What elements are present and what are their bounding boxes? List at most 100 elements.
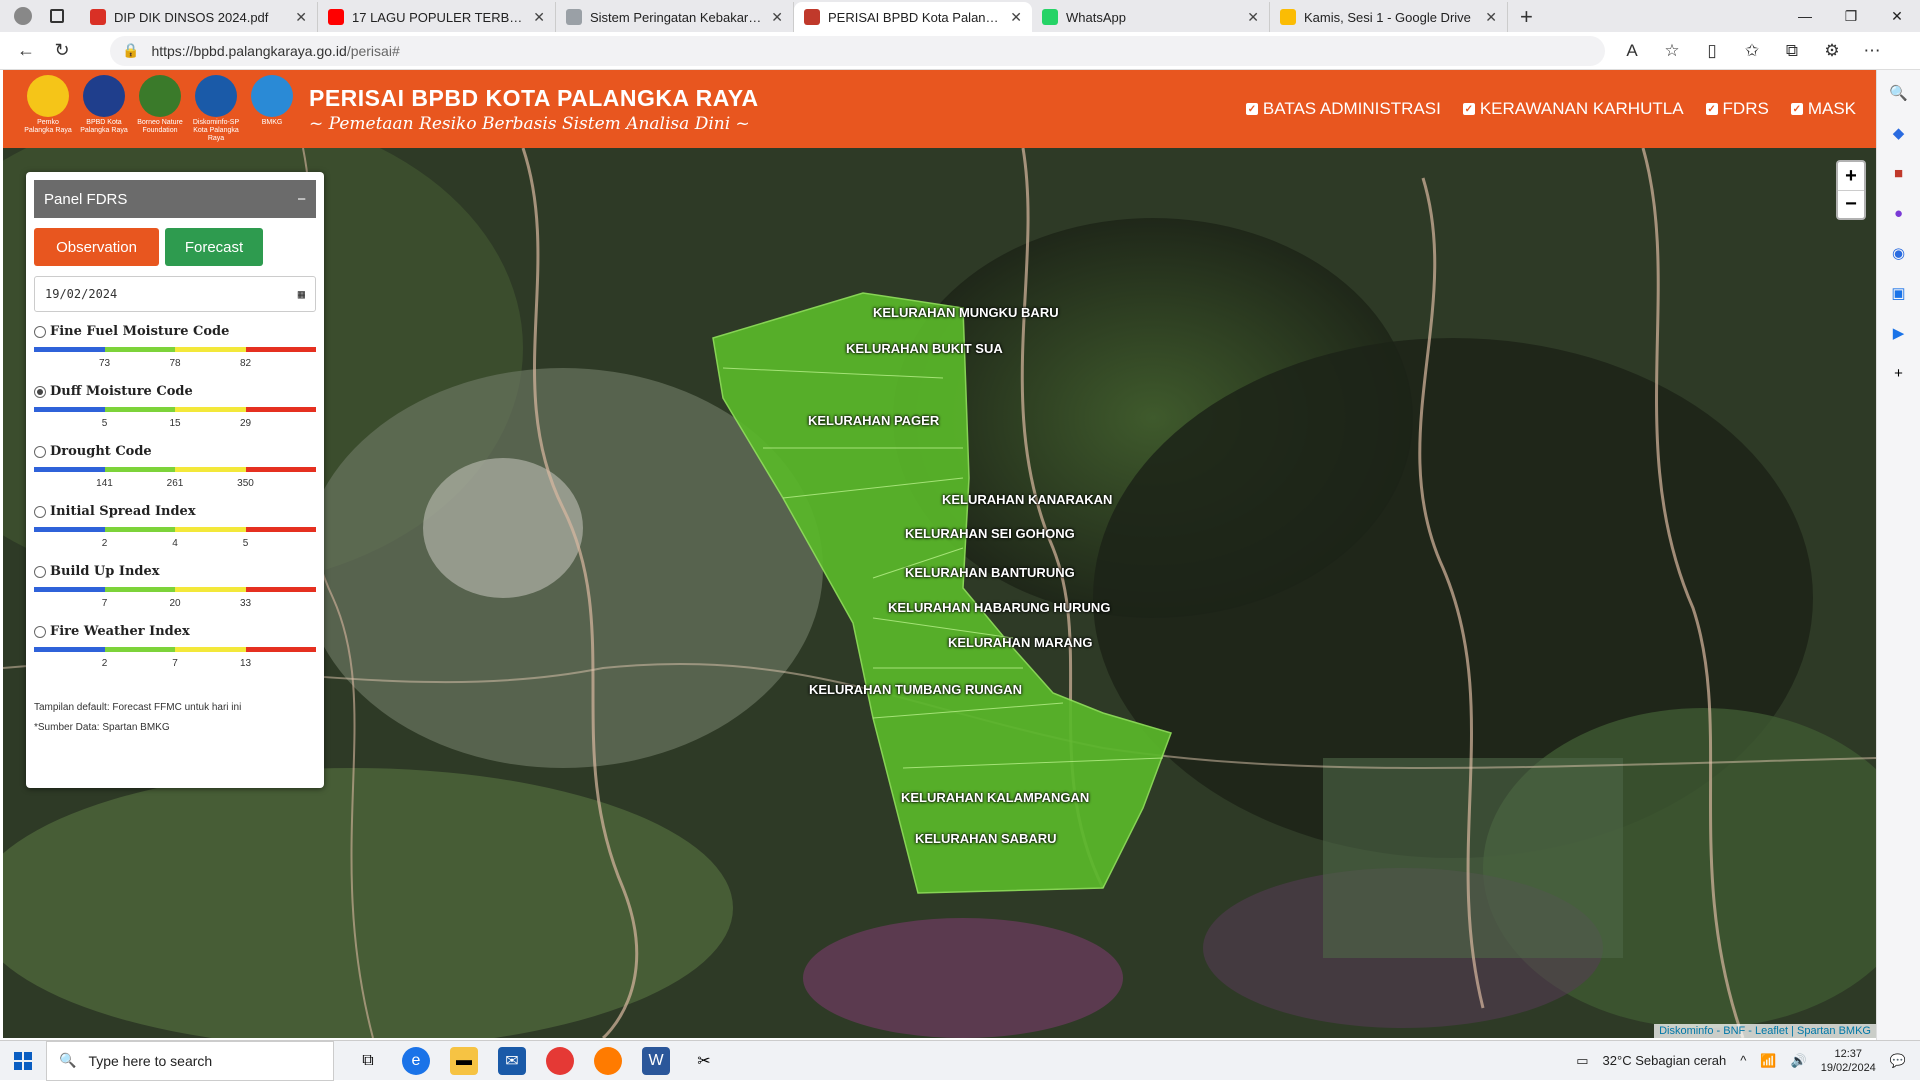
- fdrs-index-option[interactable]: Fine Fuel Moisture Code 73 78 82: [34, 324, 316, 372]
- close-tab-icon[interactable]: ✕: [1485, 9, 1497, 26]
- fdrs-index-option[interactable]: Initial Spread Index 2 4 5: [34, 504, 316, 552]
- fdrs-index-option[interactable]: Drought Code 141 261 350: [34, 444, 316, 492]
- checkbox-checked-icon[interactable]: ✓: [1705, 103, 1718, 115]
- close-tab-icon[interactable]: ✕: [533, 9, 545, 26]
- taskbar-search[interactable]: 🔍 Type here to search: [46, 1040, 334, 1081]
- checkbox-checked-icon[interactable]: ✓: [1462, 103, 1475, 115]
- zoom-out-button[interactable]: −: [1838, 190, 1864, 218]
- layer-toggle[interactable]: ✓ KERAWANAN KARHUTLA: [1462, 99, 1684, 119]
- minimize-button[interactable]: —: [1782, 0, 1828, 32]
- edge-icon[interactable]: e: [402, 1046, 430, 1075]
- radio-button[interactable]: [34, 445, 46, 458]
- extensions-icon[interactable]: ⚙: [1814, 35, 1850, 67]
- browser-tab[interactable]: WhatsApp ✕: [1032, 2, 1270, 32]
- bar-segment: [104, 647, 175, 652]
- kelurahan-label: KELURAHAN BANTURUNG: [905, 565, 1075, 580]
- notification-icon[interactable]: 💬: [1890, 1053, 1906, 1069]
- fdrs-index-option[interactable]: Build Up Index 7 20 33: [34, 564, 316, 612]
- split-screen-icon[interactable]: ▯: [1694, 35, 1730, 67]
- add-sidebar-icon[interactable]: +: [1888, 362, 1910, 384]
- checkbox-checked-icon[interactable]: ✓: [1245, 103, 1258, 115]
- close-tab-icon[interactable]: ✕: [771, 9, 783, 26]
- volume-icon[interactable]: 🔊: [1791, 1053, 1807, 1069]
- browser-tab[interactable]: DIP DIK DINSOS 2024.pdf ✕: [80, 2, 318, 32]
- task-view-icon[interactable]: ⧉: [354, 1047, 382, 1075]
- network-icon[interactable]: 📶: [1760, 1053, 1776, 1069]
- clock[interactable]: 12:37 19/02/2024: [1821, 1047, 1876, 1075]
- close-tab-icon[interactable]: ✕: [295, 9, 307, 26]
- tab-favicon-icon: [566, 9, 582, 25]
- tick-label: 7: [101, 598, 108, 609]
- weather-text[interactable]: 32°C Sebagian cerah: [1603, 1053, 1727, 1068]
- browser-toolbar: A ☆ ▯ ✩ ⧉ ⚙ ⋯: [1614, 35, 1890, 67]
- tools-icon[interactable]: ■: [1888, 162, 1910, 184]
- tab-title: Kamis, Sesi 1 - Google Drive: [1304, 9, 1471, 25]
- chrome-icon[interactable]: [546, 1046, 574, 1075]
- favorite-star-icon[interactable]: ☆: [1654, 35, 1690, 67]
- index-list: Fine Fuel Moisture Code 73 78 82 Duff Moistu…: [34, 324, 316, 672]
- fdrs-index-option[interactable]: Duff Moisture Code 5 15 29: [34, 384, 316, 432]
- firefox-icon[interactable]: [594, 1046, 622, 1075]
- collapse-button[interactable]: −: [297, 191, 306, 208]
- outlook-icon[interactable]: ▣: [1888, 282, 1910, 304]
- map-attribution[interactable]: Diskominfo - BNF - Leaflet | Spartan BMK…: [1654, 1024, 1876, 1038]
- tick-label: 78: [169, 358, 181, 369]
- page-title: PERISAI BPBD KOTA PALANGKA RAYA: [309, 84, 759, 111]
- browser-tab[interactable]: Sistem Peringatan Kebakaran Hu ✕: [556, 2, 794, 32]
- browser-tab[interactable]: Kamis, Sesi 1 - Google Drive ✕: [1270, 2, 1508, 32]
- mail-icon[interactable]: ✉: [498, 1046, 526, 1075]
- partner-logo: Pemko Palangka Raya: [23, 75, 73, 135]
- back-button[interactable]: ←: [8, 33, 44, 69]
- favorites-icon[interactable]: ✩: [1734, 35, 1770, 67]
- browser-tab[interactable]: PERISAI BPBD Kota Palangka Ray ✕: [794, 2, 1032, 32]
- profile-icon[interactable]: [14, 7, 32, 25]
- games-icon[interactable]: ●: [1888, 202, 1910, 224]
- layer-toggle[interactable]: ✓ FDRS: [1705, 99, 1769, 119]
- layer-toggle[interactable]: ✓ BATAS ADMINISTRASI: [1245, 99, 1441, 119]
- tray-chevron-icon[interactable]: ^: [1740, 1053, 1746, 1068]
- file-explorer-icon[interactable]: ▬: [450, 1046, 478, 1075]
- collections-icon[interactable]: ⧉: [1774, 35, 1810, 67]
- layer-toggle[interactable]: ✓ MASK: [1790, 99, 1856, 119]
- word-icon[interactable]: W: [642, 1046, 670, 1075]
- checkbox-checked-icon[interactable]: ✓: [1790, 103, 1803, 115]
- weather-icon[interactable]: ▭: [1576, 1053, 1588, 1069]
- radio-button[interactable]: [34, 625, 46, 638]
- date-field[interactable]: 19/02/2024 ▦: [34, 276, 316, 312]
- more-menu-icon[interactable]: ⋯: [1854, 35, 1890, 67]
- close-tab-icon[interactable]: ✕: [1247, 9, 1259, 26]
- close-tab-icon[interactable]: ✕: [1010, 9, 1022, 26]
- url-field[interactable]: 🔒 https://bpbd.palangkaraya.go.id/perisa…: [110, 35, 1605, 66]
- browser-tab-strip: DIP DIK DINSOS 2024.pdf ✕ 17 LAGU POPULER …: [0, 0, 1920, 32]
- forecast-button[interactable]: Forecast: [165, 228, 263, 266]
- radio-button[interactable]: [34, 385, 46, 398]
- radio-button[interactable]: [34, 565, 46, 578]
- search-icon[interactable]: 🔍: [1888, 82, 1910, 104]
- browser-tab[interactable]: 17 LAGU POPULER TERBAIK | ME ✕: [318, 2, 556, 32]
- bar-segment: [34, 347, 105, 352]
- lock-icon[interactable]: 🔒: [122, 42, 139, 59]
- new-tab-button[interactable]: +: [1508, 2, 1545, 32]
- radio-button[interactable]: [34, 325, 46, 338]
- drop-icon[interactable]: ▶: [1888, 322, 1910, 344]
- tab-actions-icon[interactable]: [50, 9, 64, 23]
- radio-button[interactable]: [34, 505, 46, 518]
- observation-button[interactable]: Observation: [34, 228, 159, 266]
- bar-segment: [245, 527, 316, 532]
- snipping-tool-icon[interactable]: ✂: [690, 1047, 718, 1075]
- tab-favicon-icon: [90, 9, 106, 25]
- shopping-icon[interactable]: ◆: [1888, 122, 1910, 144]
- refresh-button[interactable]: ↻: [44, 33, 80, 69]
- close-window-button[interactable]: ✕: [1874, 0, 1920, 32]
- start-button[interactable]: [0, 1041, 46, 1081]
- zoom-in-button[interactable]: +: [1838, 162, 1864, 190]
- tick-label: 33: [239, 598, 252, 609]
- read-aloud-icon[interactable]: A: [1614, 35, 1650, 67]
- bar-segment: [175, 407, 246, 412]
- calendar-icon[interactable]: ▦: [298, 287, 305, 301]
- logo-caption: BMKG: [261, 119, 283, 126]
- fdrs-index-option[interactable]: Fire Weather Index 2 7 13: [34, 624, 316, 672]
- m365-icon[interactable]: ◉: [1888, 242, 1910, 264]
- restore-button[interactable]: ❐: [1828, 0, 1874, 32]
- bar-segment: [104, 347, 175, 352]
